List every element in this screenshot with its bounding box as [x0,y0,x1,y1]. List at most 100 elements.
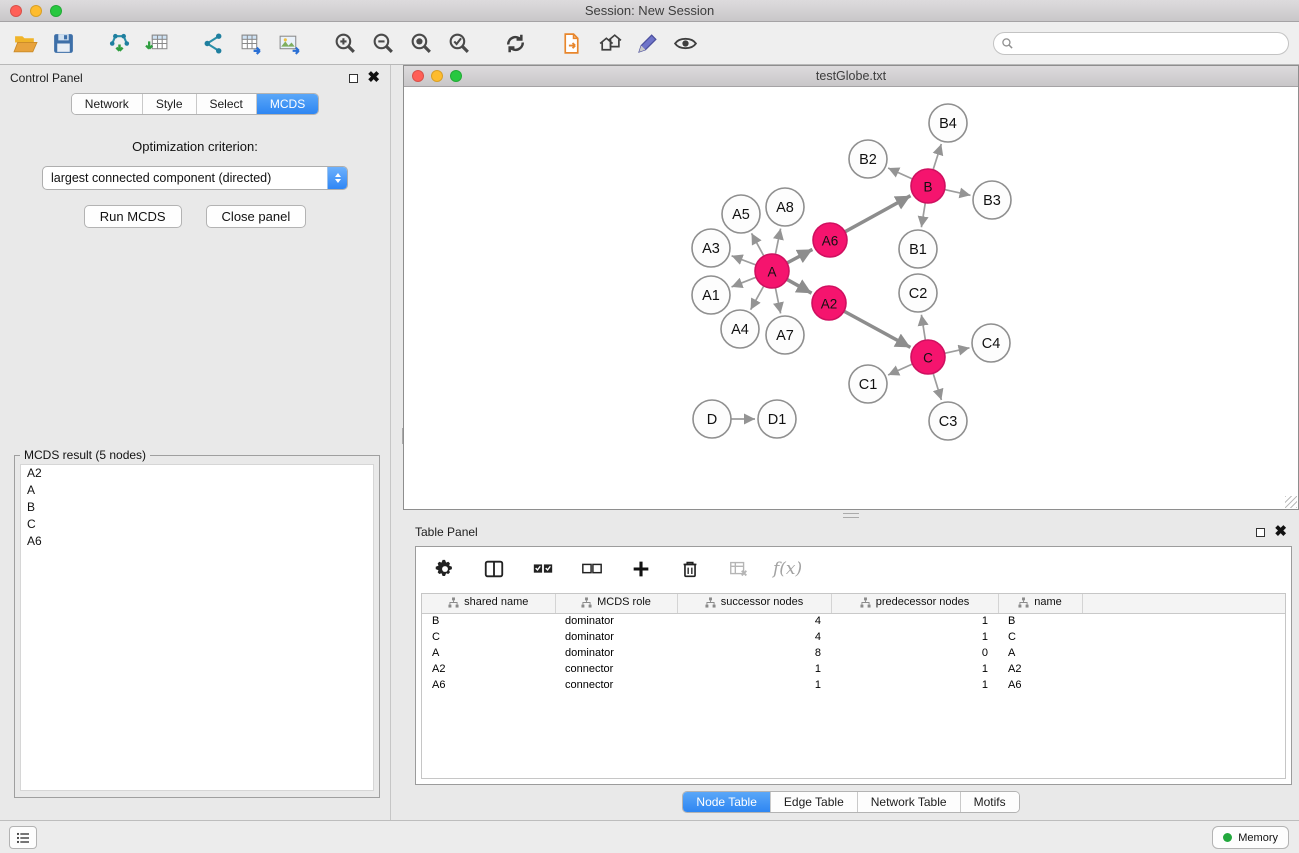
graph-edge-B-B4[interactable] [933,144,941,170]
table-row[interactable]: Cdominator41C [422,629,1285,645]
result-item[interactable]: C [21,516,373,533]
table-cell[interactable]: A2 [998,661,1082,677]
column-header-successor-nodes[interactable]: successor nodes [677,594,831,613]
delete-column-button[interactable] [675,554,705,584]
zoom-selected-button[interactable] [444,28,474,58]
table-cell[interactable]: A [422,645,555,661]
graph-edge-B-B1[interactable] [921,203,925,228]
tab-select[interactable]: Select [197,94,257,114]
table-cell[interactable]: 1 [831,629,998,645]
graph-node-B2[interactable]: B2 [849,140,887,178]
splitter-handle[interactable] [843,513,859,518]
table-settings-button[interactable] [430,554,460,584]
tab-node-table[interactable]: Node Table [683,792,771,812]
select-all-button[interactable] [528,554,558,584]
table-row[interactable]: A2connector11A2 [422,661,1285,677]
graph-node-C3[interactable]: C3 [929,402,967,440]
window-minimize-button[interactable] [30,5,42,17]
export-network-button[interactable] [198,28,228,58]
column-header-predecessor-nodes[interactable]: predecessor nodes [831,594,998,613]
style-pencil-button[interactable] [632,28,662,58]
graph-node-B3[interactable]: B3 [973,181,1011,219]
table-row[interactable]: A6connector11A6 [422,677,1285,693]
table-cell[interactable]: A [998,645,1082,661]
table-cell[interactable]: 1 [677,661,831,677]
graph-node-A1[interactable]: A1 [692,276,730,314]
tab-network-table[interactable]: Network Table [858,792,961,812]
tab-network[interactable]: Network [72,94,143,114]
graph-edge-C-C2[interactable] [921,315,925,341]
graph-edge-C-C1[interactable] [888,364,912,375]
float-panel-icon[interactable] [349,74,358,83]
table-row[interactable]: Adominator80A [422,645,1285,661]
node-table-container[interactable]: shared nameMCDS rolesuccessor nodesprede… [421,593,1286,779]
graph-node-A2[interactable]: A2 [812,286,846,320]
task-history-button[interactable] [9,826,37,849]
function-builder-button[interactable]: f(x) [773,559,802,579]
result-item[interactable]: B [21,499,373,516]
add-column-button[interactable] [626,554,656,584]
home-button[interactable] [594,28,624,58]
table-cell[interactable]: A6 [998,677,1082,693]
graph-edge-C-C3[interactable] [933,373,941,400]
graph-edge-A6-B[interactable] [845,196,911,232]
export-table-button[interactable] [236,28,266,58]
table-cell[interactable]: 4 [677,613,831,629]
network-close-button[interactable] [412,70,424,82]
table-cell[interactable]: C [998,629,1082,645]
graph-node-A6[interactable]: A6 [813,223,847,257]
graph-edge-A-A4[interactable] [751,286,764,310]
zoom-out-button[interactable] [368,28,398,58]
table-float-icon[interactable] [1256,528,1265,537]
run-mcds-button[interactable]: Run MCDS [84,205,182,228]
graph-edge-A-A2[interactable] [787,279,812,293]
graph-edge-A-A3[interactable] [732,256,757,265]
zoom-in-button[interactable] [330,28,360,58]
table-cell[interactable]: 4 [677,629,831,645]
graph-edge-B-B3[interactable] [945,190,971,196]
table-cell[interactable]: C [422,629,555,645]
memory-button[interactable]: Memory [1212,826,1289,849]
show-columns-button[interactable] [479,554,509,584]
table-cell[interactable]: dominator [555,613,677,629]
graph-edge-C-C4[interactable] [945,348,970,354]
table-cell[interactable]: 0 [831,645,998,661]
graph-edge-B-B2[interactable] [888,168,912,179]
import-network-button[interactable] [104,28,134,58]
column-header-MCDS-role[interactable]: MCDS role [555,594,677,613]
table-cell[interactable]: 1 [677,677,831,693]
table-cell[interactable]: dominator [555,645,677,661]
birdseye-button[interactable] [670,28,700,58]
table-cell[interactable]: 1 [831,613,998,629]
table-cell[interactable]: 8 [677,645,831,661]
window-zoom-button[interactable] [50,5,62,17]
graph-edge-A-A1[interactable] [732,277,757,287]
refresh-layout-button[interactable] [500,28,530,58]
graph-edge-A-A6[interactable] [787,249,812,263]
tab-mcds[interactable]: MCDS [257,94,318,114]
graph-node-D[interactable]: D [693,400,731,438]
graph-node-B1[interactable]: B1 [899,230,937,268]
graph-node-C[interactable]: C [911,340,945,374]
table-close-icon[interactable]: ✖ [1274,527,1287,537]
column-header-shared-name[interactable]: shared name [422,594,555,613]
graph-node-A3[interactable]: A3 [692,229,730,267]
deselect-all-button[interactable] [577,554,607,584]
network-zoom-button[interactable] [450,70,462,82]
graph-edge-A2-C[interactable] [844,311,911,347]
table-cell[interactable]: B [422,613,555,629]
table-cell[interactable]: A2 [422,661,555,677]
network-minimize-button[interactable] [431,70,443,82]
table-cell[interactable]: 1 [831,661,998,677]
graph-node-D1[interactable]: D1 [758,400,796,438]
zoom-fit-button[interactable] [406,28,436,58]
column-header-name[interactable]: name [998,594,1082,613]
save-session-button[interactable] [48,28,78,58]
table-cell[interactable]: 1 [831,677,998,693]
graph-node-B[interactable]: B [911,169,945,203]
table-cell[interactable]: A6 [422,677,555,693]
result-item[interactable]: A [21,482,373,499]
criterion-dropdown[interactable]: largest connected component (directed) [42,166,348,190]
graph-node-A7[interactable]: A7 [766,316,804,354]
graph-node-B4[interactable]: B4 [929,104,967,142]
